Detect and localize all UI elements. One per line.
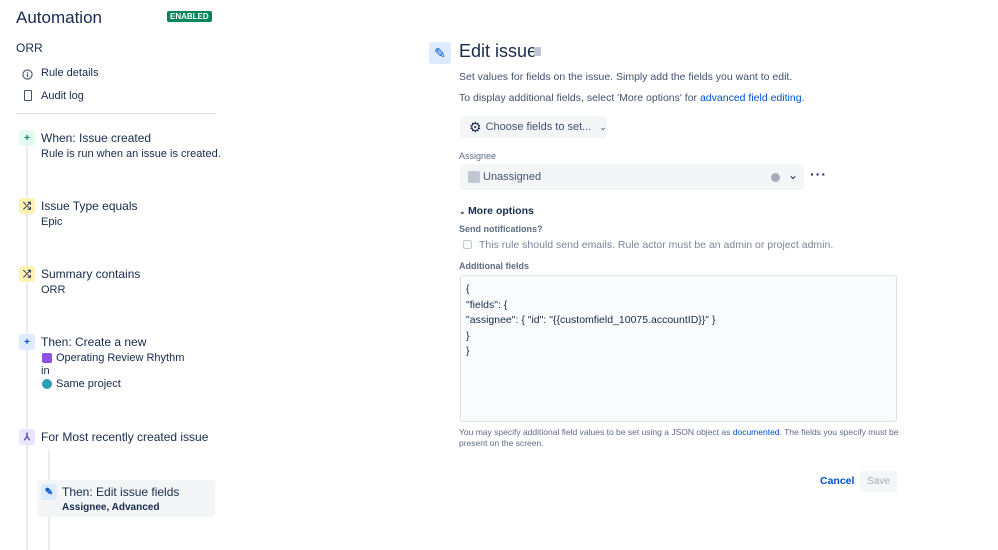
assignee-label: Assignee [459, 151, 497, 161]
plus-icon: + [19, 334, 35, 350]
assignee-select[interactable]: Unassigned ⌄ [460, 164, 804, 190]
step-edit-issue-selected[interactable]: ✎ Then: Edit issue fields Assignee, Adva… [37, 480, 215, 517]
step-sub: Epic [41, 216, 63, 228]
document-icon [24, 90, 32, 101]
toggle-label: More options [467, 205, 534, 217]
pencil-icon: ✎ [41, 484, 57, 500]
documented-link[interactable]: documented [733, 427, 780, 437]
choose-fields-button[interactable]: ⚙ Choose fields to set... ⌄ [460, 116, 607, 138]
more-options-toggle[interactable]: ⌄ More options [459, 205, 534, 217]
advanced-editing-link[interactable]: advanced field editing [700, 92, 802, 104]
description: To display additional fields, select 'Mo… [459, 92, 700, 104]
step-sub: Same project [56, 378, 121, 390]
step-sub: Operating Review Rhythm [56, 352, 185, 364]
shuffle-icon: ⤮ [19, 266, 35, 282]
more-icon[interactable]: ··· [810, 166, 827, 182]
additional-fields-input[interactable]: { "fields": { "assignee": { "id": "{{cus… [460, 275, 897, 422]
step-sub: Advanced [111, 502, 160, 513]
chevron-down-icon: ⌄ [459, 207, 468, 216]
clear-icon[interactable] [771, 173, 780, 182]
period: . [801, 92, 805, 104]
notif-checkbox[interactable] [463, 240, 472, 249]
trash-icon[interactable] [534, 47, 541, 56]
step-sub: ORR [41, 284, 66, 296]
page-title: Automation [16, 8, 102, 27]
divider [16, 113, 216, 114]
help-text: You may specify additional field values … [459, 427, 899, 449]
status-badge: ENABLED [167, 11, 212, 22]
notif-label: Send notifications? [459, 224, 543, 234]
button-label: Choose fields to set... [485, 121, 592, 133]
save-button[interactable]: Save [860, 471, 897, 492]
chevron-down-icon: ⌄ [599, 121, 607, 132]
avatar [468, 171, 480, 183]
chevron-down-icon[interactable]: ⌄ [788, 168, 798, 182]
sidebar-item-label[interactable]: Audit log [41, 90, 84, 102]
rule-name: ORR [16, 41, 43, 55]
additional-fields-label: Additional fields [459, 261, 530, 271]
step-title: Summary contains [41, 267, 141, 281]
section-title: Edit issue [459, 41, 538, 61]
cancel-button[interactable]: Cancel [820, 475, 854, 487]
project-icon [42, 379, 52, 389]
sidebar-item-label[interactable]: Rule details [41, 67, 98, 79]
shuffle-icon: ⤮ [19, 198, 35, 214]
step-title: Then: Edit issue fields [62, 485, 180, 499]
sidebar-item-rule-details[interactable] [22, 67, 34, 80]
info-icon [22, 69, 33, 80]
step-title: Then: Create a new [41, 335, 147, 349]
pencil-icon: ✎ [429, 42, 451, 64]
gear-icon: ⚙ [469, 118, 482, 135]
step-sub: Assignee [62, 502, 107, 513]
branch-icon: ⅄ [19, 429, 35, 445]
plus-icon: + [19, 130, 35, 146]
issue-type-icon [42, 353, 52, 363]
step-title: Issue Type equals [41, 199, 138, 213]
help-text-part: You may specify additional field values … [459, 427, 733, 437]
description: Set values for fields on the issue. Simp… [459, 71, 793, 83]
assignee-value: Unassigned [483, 171, 542, 183]
step-title: For Most recently created issue [41, 430, 209, 444]
notif-checkbox-label: This rule should send emails. Rule actor… [479, 239, 834, 251]
step-sub: Rule is run when an issue is created. [41, 148, 221, 160]
step-title: When: Issue created [41, 131, 152, 145]
step-sub: in [41, 365, 50, 377]
